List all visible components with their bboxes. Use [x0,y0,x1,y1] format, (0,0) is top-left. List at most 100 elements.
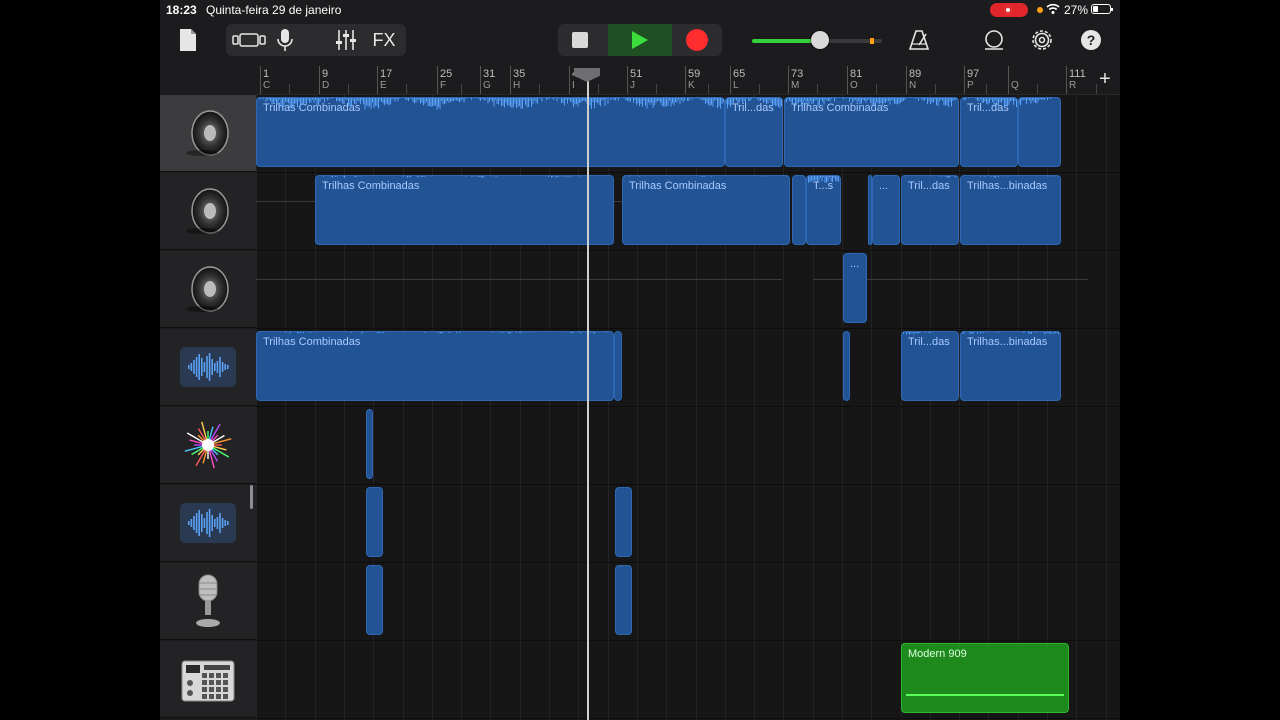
audio-region[interactable]: Trilhas Combinadas [256,331,614,401]
mixer-button[interactable] [330,24,362,56]
beat-tick [461,84,462,94]
audio-region[interactable] [792,175,806,245]
track-lane[interactable] [256,251,1120,329]
my-songs-button[interactable] [174,26,202,54]
bar-number: 89 [909,68,922,80]
bar-number: 1 [263,68,270,80]
screen-recording-indicator-icon[interactable] [990,3,1028,17]
beat-tick [406,84,407,94]
audio-region[interactable] [1018,97,1061,167]
record-button[interactable] [686,29,708,51]
bar-number: 73 [791,68,804,80]
loop-browser-button[interactable] [980,26,1008,54]
instrument-button[interactable] [272,24,298,56]
drum-machine-icon [180,651,236,707]
audio-region[interactable]: ... [872,175,900,245]
bar-tick [847,66,848,94]
garageband-screen: 18:23 Quinta-feira 29 de janeiro 27% FX … [160,0,1120,720]
section-letter: Q [1011,80,1019,91]
track-lane[interactable] [256,485,1120,563]
track-lane[interactable] [256,563,1120,641]
battery-icon [1091,4,1113,14]
bar-tick [627,66,628,94]
bar-number: 17 [380,68,393,80]
bar-tick [569,66,570,94]
audio-region[interactable] [366,409,373,479]
audio-region[interactable]: T...s [806,175,841,245]
section-letter: R [1069,80,1077,91]
section-letter: I [572,80,575,91]
audio-region[interactable]: Tril...das [901,331,959,401]
track-header[interactable] [160,329,256,406]
bar-tick [377,66,378,94]
track-header[interactable] [160,485,256,562]
audio-region[interactable] [615,487,632,557]
track-header[interactable] [160,251,256,328]
section-letter: E [380,80,387,91]
microphone-icon [180,573,236,629]
audio-region[interactable]: Trilhas Combinadas [622,175,790,245]
tracks-area[interactable]: Trilhas Combinadas Tril...das Trilhas Comb… [256,95,1120,720]
play-icon [632,31,648,49]
transport-controls [558,24,722,56]
audio-region[interactable]: Trilhas...binadas [960,331,1061,401]
bar-number: 25 [440,68,453,80]
stop-button[interactable] [572,32,588,48]
volume-knob[interactable] [810,31,829,49]
beat-tick [289,84,290,94]
audio-region[interactable] [843,331,850,401]
audio-region[interactable]: Trilhas Combinadas [784,97,959,167]
beat-tick [817,84,818,94]
audio-region[interactable]: Trilhas...binadas [960,175,1061,245]
audio-region[interactable]: Tril...das [725,97,783,167]
beat-tick [348,84,349,94]
region-name: Modern 909 [908,648,967,660]
track-header[interactable] [160,641,256,718]
gear-icon [1032,30,1052,50]
audio-recorder-icon [180,495,236,551]
browser-button[interactable] [226,24,272,56]
section-letter: K [688,80,695,91]
audio-region[interactable]: Trilhas Combinadas [256,97,725,167]
track-header[interactable] [160,407,256,484]
bar-number: 35 [513,68,526,80]
add-section-button[interactable]: + [1094,68,1116,90]
status-time: 18:23 [166,3,197,17]
beat-tick [708,84,709,94]
bar-number: 97 [967,68,980,80]
track-header[interactable] [160,95,256,172]
section-letter: J [630,80,635,91]
speaker-icon [180,183,236,239]
control-bar: FX ? [160,20,1120,64]
track-header[interactable] [160,563,256,640]
metronome-button[interactable] [905,26,933,54]
help-button[interactable]: ? [1078,27,1104,53]
track-lane[interactable] [256,407,1120,485]
fx-button[interactable]: FX [366,24,402,56]
track-header-resize-handle[interactable] [250,485,253,509]
beat-tick [986,84,987,94]
audio-region[interactable]: Tril...das [960,97,1018,167]
audio-region[interactable] [615,565,632,635]
bar-tick [1066,66,1067,94]
audio-region[interactable]: Tril...das [901,175,959,245]
settings-button[interactable] [1028,26,1056,54]
timeline-ruler[interactable]: 1C9D17E25F31G35H43I51J59K65L73M81O89N97P… [256,66,1120,95]
audio-region[interactable]: ... [843,253,867,323]
beat-tick [876,84,877,94]
audio-region[interactable]: Trilhas Combinadas [315,175,614,245]
playhead-line [587,70,589,720]
audio-region[interactable] [366,487,383,557]
wifi-icon [1046,3,1060,14]
battery-percent: 27% [1064,3,1089,17]
bar-number: 111 [1069,68,1086,80]
bar-tick [510,66,511,94]
section-letter: F [440,80,447,91]
master-volume-slider[interactable] [752,31,884,49]
audio-region[interactable] [366,565,383,635]
audio-region[interactable] [614,331,622,401]
beat-tick [656,84,657,94]
track-header[interactable] [160,173,256,250]
beat-tick [539,84,540,94]
midi-region[interactable]: Modern 909 [901,643,1069,713]
